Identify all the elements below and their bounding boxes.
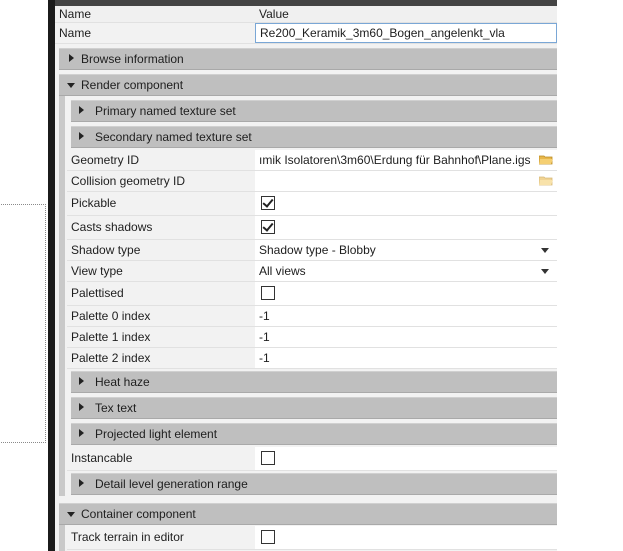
track-terrain-in-editor-checkbox[interactable] xyxy=(261,530,275,544)
grid-header: Name Value xyxy=(55,6,557,23)
section-secondary-named-texture-set[interactable]: Secondary named texture set xyxy=(71,126,557,148)
view-type-dropdown[interactable]: All views xyxy=(255,261,557,281)
section-heat-haze[interactable]: Heat haze xyxy=(71,371,557,393)
palettised-checkbox[interactable] xyxy=(261,286,275,300)
row-palettised: Palettised xyxy=(67,282,557,306)
section-title: Detail level generation range xyxy=(95,477,248,491)
section-primary-named-texture-set[interactable]: Primary named texture set xyxy=(71,100,557,122)
name-label: Name xyxy=(59,26,92,40)
casts-shadows-checkbox[interactable] xyxy=(261,220,275,234)
triangle-right-icon xyxy=(79,429,84,437)
triangle-right-icon xyxy=(69,54,74,62)
checkmark-icon xyxy=(262,220,274,232)
palettised-value xyxy=(255,282,557,305)
name-row: Name Re200_Keramik_3m60_Bogen_angelenkt_… xyxy=(55,23,557,44)
render-component-group-bar xyxy=(59,96,65,496)
section-title: Container component xyxy=(81,507,196,521)
checkmark-icon xyxy=(262,196,274,208)
row-shadow-type: Shadow type Shadow type - Blobby xyxy=(67,240,557,261)
chevron-down-icon[interactable] xyxy=(541,248,549,253)
pickable-label: Pickable xyxy=(71,196,117,210)
geometry-id-value[interactable]: ımik Isolatoren\3m60\Erdung für Bahnhof\… xyxy=(255,150,557,170)
track-terrain-in-editor-value xyxy=(255,526,557,549)
folder-icon[interactable] xyxy=(539,175,553,186)
section-detail-level-generation-range[interactable]: Detail level generation range xyxy=(71,473,557,495)
pickable-checkbox[interactable] xyxy=(261,196,275,210)
triangle-right-icon xyxy=(79,479,84,487)
folder-icon[interactable] xyxy=(539,154,553,165)
palette-0-index-input[interactable]: -1 xyxy=(255,306,557,326)
window-left-edge xyxy=(48,0,55,551)
pickable-value xyxy=(255,192,557,215)
palette-2-index-input[interactable]: -1 xyxy=(255,348,557,368)
shadow-type-label: Shadow type xyxy=(71,243,141,257)
section-container-component[interactable]: Container component xyxy=(59,503,557,525)
triangle-right-icon xyxy=(79,132,84,140)
triangle-right-icon xyxy=(79,377,84,385)
palette-0-index-label: Palette 0 index xyxy=(71,309,151,323)
name-input[interactable]: Re200_Keramik_3m60_Bogen_angelenkt_vla xyxy=(255,23,557,43)
row-track-terrain-in-editor: Track terrain in editor xyxy=(67,526,557,550)
dotted-selection-box xyxy=(0,204,46,443)
section-title: Primary named texture set xyxy=(95,104,236,118)
section-title: Projected light element xyxy=(95,427,218,441)
row-palette-1-index: Palette 1 index -1 xyxy=(67,327,557,348)
section-tex-text[interactable]: Tex text xyxy=(71,397,557,419)
view-type-label: View type xyxy=(71,264,123,278)
section-title: Tex text xyxy=(95,401,137,415)
section-projected-light-element[interactable]: Projected light element xyxy=(71,423,557,445)
row-casts-shadows: Casts shadows xyxy=(67,216,557,240)
instancable-checkbox[interactable] xyxy=(261,451,275,465)
section-title: Heat haze xyxy=(95,375,150,389)
row-palette-0-index: Palette 0 index -1 xyxy=(67,306,557,327)
section-title: Secondary named texture set xyxy=(95,130,252,144)
geometry-id-label: Geometry ID xyxy=(71,153,140,167)
row-view-type: View type All views xyxy=(67,261,557,282)
casts-shadows-label: Casts shadows xyxy=(71,220,153,234)
row-instancable: Instancable xyxy=(67,447,557,471)
palette-1-index-label: Palette 1 index xyxy=(71,330,151,344)
triangle-right-icon xyxy=(79,106,84,114)
chevron-down-icon[interactable] xyxy=(541,269,549,274)
property-grid: Name Value Name Re200_Keramik_3m60_Bogen… xyxy=(55,6,557,551)
collision-geometry-id-value[interactable] xyxy=(255,171,557,191)
container-component-group-bar xyxy=(59,525,65,551)
name-column-header: Name xyxy=(59,7,92,21)
palette-2-index-label: Palette 2 index xyxy=(71,351,151,365)
section-render-component[interactable]: Render component xyxy=(59,74,557,96)
collision-geometry-id-label: Collision geometry ID xyxy=(71,174,186,188)
row-collision-geometry-id: Collision geometry ID xyxy=(67,171,557,192)
triangle-right-icon xyxy=(79,403,84,411)
casts-shadows-value xyxy=(255,216,557,239)
palettised-label: Palettised xyxy=(71,286,124,300)
section-title: Browse information xyxy=(81,52,184,66)
instancable-label: Instancable xyxy=(71,451,133,465)
instancable-value xyxy=(255,447,557,470)
triangle-down-icon xyxy=(67,83,75,88)
value-column-header: Value xyxy=(259,7,289,21)
row-pickable: Pickable xyxy=(67,192,557,216)
row-geometry-id: Geometry ID ımik Isolatoren\3m60\Erdung … xyxy=(67,150,557,171)
section-browse-information[interactable]: Browse information xyxy=(59,48,557,70)
row-palette-2-index: Palette 2 index -1 xyxy=(67,348,557,369)
palette-1-index-input[interactable]: -1 xyxy=(255,327,557,347)
track-terrain-in-editor-label: Track terrain in editor xyxy=(71,530,184,544)
triangle-down-icon xyxy=(67,512,75,517)
shadow-type-dropdown[interactable]: Shadow type - Blobby xyxy=(255,240,557,260)
section-title: Render component xyxy=(81,78,184,92)
